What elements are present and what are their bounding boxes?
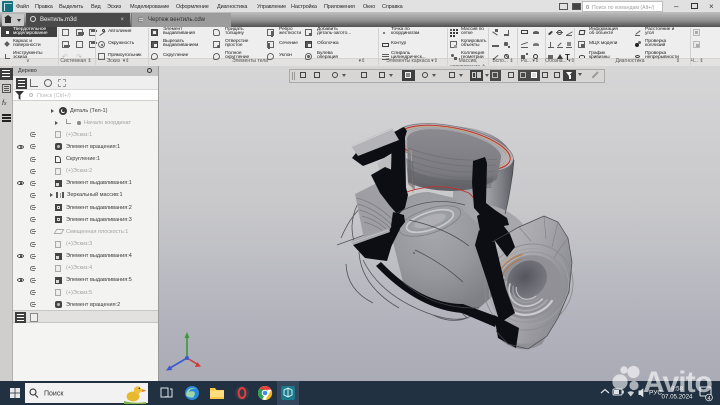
svg-text:РУС: РУС bbox=[649, 390, 662, 397]
svg-text:9:58: 9:58 bbox=[671, 386, 684, 393]
svg-text:Поиск: Поиск bbox=[44, 391, 64, 398]
svg-text:4: 4 bbox=[707, 396, 710, 402]
svg-text:07.05.2024: 07.05.2024 bbox=[662, 394, 694, 401]
